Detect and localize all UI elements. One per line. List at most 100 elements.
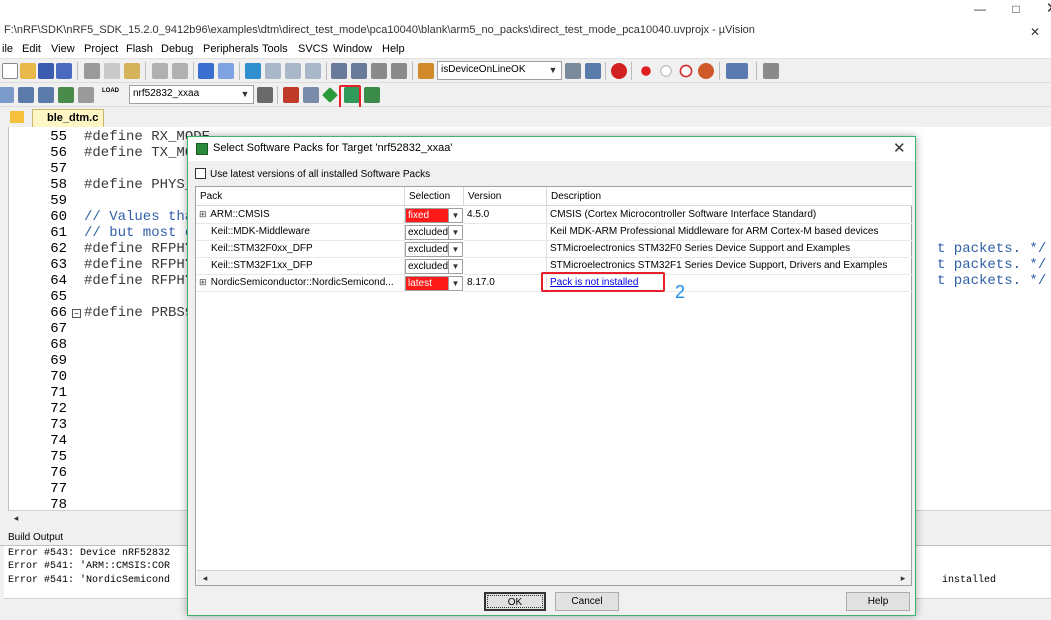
chevron-down-icon[interactable]: ▼ (448, 277, 462, 290)
insert-breakpoint-icon[interactable] (641, 66, 651, 76)
cut-icon[interactable] (84, 63, 100, 79)
help-button[interactable]: Help (846, 592, 910, 611)
redo-icon[interactable] (172, 63, 188, 79)
selection-dropdown[interactable]: fixed ▼ (405, 208, 463, 223)
navigate-forward-icon[interactable] (218, 63, 234, 79)
debug-session-icon[interactable] (611, 63, 627, 79)
menu-view[interactable]: View (51, 43, 75, 55)
chevron-down-icon[interactable]: ▼ (238, 87, 252, 102)
expand-icon[interactable]: ⊞ (199, 277, 208, 288)
scroll-right-icon[interactable]: ▸ (897, 572, 909, 584)
prev-bookmark-icon[interactable] (265, 63, 281, 79)
find-combo[interactable]: isDeviceOnLineOK ▼ (437, 61, 562, 80)
save-all-icon[interactable] (56, 63, 72, 79)
cancel-button[interactable]: Cancel (555, 592, 619, 611)
menu-peripherals[interactable]: Peripherals (203, 43, 259, 55)
configure-icon[interactable] (763, 63, 779, 79)
clear-bookmarks-icon[interactable] (305, 63, 321, 79)
close-document-icon[interactable]: ✕ (1030, 25, 1040, 39)
menu-help[interactable]: Help (382, 43, 405, 55)
chevron-down-icon[interactable]: ▼ (448, 209, 462, 222)
line-code: #define TX_MO (84, 145, 194, 161)
selection-dropdown[interactable]: excluded ▼ (405, 242, 463, 257)
version-cell: 4.5.0 (464, 207, 547, 224)
chevron-down-icon[interactable]: ▼ (448, 243, 462, 256)
menu-svcs[interactable]: SVCS (298, 43, 328, 55)
use-latest-checkbox[interactable] (195, 168, 206, 179)
undo-icon[interactable] (152, 63, 168, 79)
ok-button[interactable]: OK (484, 592, 546, 611)
menu-flash[interactable]: Flash (126, 43, 153, 55)
minimize-button[interactable]: — (962, 0, 998, 20)
column-header-selection[interactable]: Selection (405, 187, 464, 206)
unindent-icon[interactable] (351, 63, 367, 79)
menu-tools[interactable]: Tools (262, 43, 288, 55)
open-folder-icon[interactable] (20, 63, 36, 79)
chevron-down-icon[interactable]: ▼ (448, 226, 462, 239)
selection-dropdown[interactable]: excluded ▼ (405, 225, 463, 240)
uncomment-icon[interactable] (391, 63, 407, 79)
menu-project[interactable]: Project (84, 43, 118, 55)
paste-icon[interactable] (124, 63, 140, 79)
chevron-down-icon[interactable]: ▼ (448, 260, 462, 273)
rebuild-icon[interactable] (38, 87, 54, 103)
dialog-close-button[interactable]: ✕ (893, 139, 906, 157)
incremental-find-icon[interactable] (585, 63, 601, 79)
indent-icon[interactable] (331, 63, 347, 79)
close-window-button[interactable]: ✕ (1034, 0, 1051, 20)
window-layout-icon[interactable] (726, 63, 748, 79)
load-icon[interactable]: LOAD (102, 87, 119, 103)
selection-dropdown[interactable]: excluded ▼ (405, 259, 463, 274)
file-extensions-icon[interactable] (303, 87, 319, 103)
translate-icon[interactable] (0, 87, 14, 103)
table-row[interactable]: ⊞ ARM::CMSIS fixed ▼ 4.5.0 CMSIS (Cortex… (196, 207, 913, 224)
manage-run-time-environment-icon[interactable] (322, 87, 338, 103)
line-code: // but most o (84, 225, 194, 241)
build-icon[interactable] (18, 87, 34, 103)
new-file-icon[interactable] (2, 63, 18, 79)
table-row[interactable]: Keil::STM32F0xx_DFP excluded ▼ STMicroel… (196, 241, 913, 258)
kill-breakpoints-icon[interactable] (698, 63, 714, 79)
selection-dropdown[interactable]: latest ▼ (405, 276, 463, 291)
column-header-description[interactable]: Description (547, 187, 912, 206)
save-icon[interactable] (38, 63, 54, 79)
next-bookmark-icon[interactable] (285, 63, 301, 79)
manage-project-items-icon[interactable] (283, 87, 299, 103)
enable-breakpoint-icon[interactable] (660, 65, 672, 77)
fold-collapse-icon[interactable]: − (72, 309, 81, 318)
chevron-down-icon[interactable]: ▼ (546, 63, 560, 78)
bookmark-icon[interactable] (245, 63, 261, 79)
column-header-pack[interactable]: Pack (196, 187, 405, 206)
file-toolbar: isDeviceOnLineOK ▼ (0, 59, 1051, 83)
table-row[interactable]: Keil::MDK-Middleware excluded ▼ Keil MDK… (196, 224, 913, 241)
file-tab-ble-dtm[interactable]: ble_dtm.c (32, 109, 104, 127)
line-code: #define RFPHY (84, 273, 194, 289)
column-header-version[interactable]: Version (464, 187, 547, 206)
menu-file[interactable]: ile (2, 43, 13, 55)
find-in-files-icon[interactable] (418, 63, 434, 79)
line-number: 63 (50, 257, 67, 273)
menu-window[interactable]: Window (333, 43, 372, 55)
menu-edit[interactable]: Edit (22, 43, 41, 55)
batch-build-icon[interactable] (58, 87, 74, 103)
comment-icon[interactable] (371, 63, 387, 79)
scroll-left-icon[interactable]: ◂ (199, 572, 211, 584)
target-options-icon[interactable] (257, 87, 273, 103)
copy-icon[interactable] (104, 63, 120, 79)
table-horizontal-scrollbar[interactable]: ◂ ▸ (197, 570, 911, 585)
line-number: 75 (50, 449, 67, 465)
disable-breakpoints-icon[interactable] (679, 64, 693, 78)
navigate-back-icon[interactable] (198, 63, 214, 79)
build-toolbar: LOAD nrf52832_xxaa ▼ (0, 83, 1051, 107)
target-combo[interactable]: nrf52832_xxaa ▼ (129, 85, 254, 104)
find-icon[interactable] (565, 63, 581, 79)
pack-name: Keil::STM32F0xx_DFP (211, 243, 313, 254)
scroll-left-icon[interactable]: ◂ (10, 512, 22, 524)
stop-build-icon[interactable] (78, 87, 94, 103)
pack-installer-icon[interactable] (364, 87, 380, 103)
expand-icon[interactable]: ⊞ (199, 209, 208, 220)
line-number: 66 (50, 305, 67, 321)
menu-debug[interactable]: Debug (161, 43, 193, 55)
use-latest-checkbox-row[interactable]: Use latest versions of all installed Sof… (195, 168, 430, 180)
maximize-button[interactable]: □ (998, 0, 1034, 20)
